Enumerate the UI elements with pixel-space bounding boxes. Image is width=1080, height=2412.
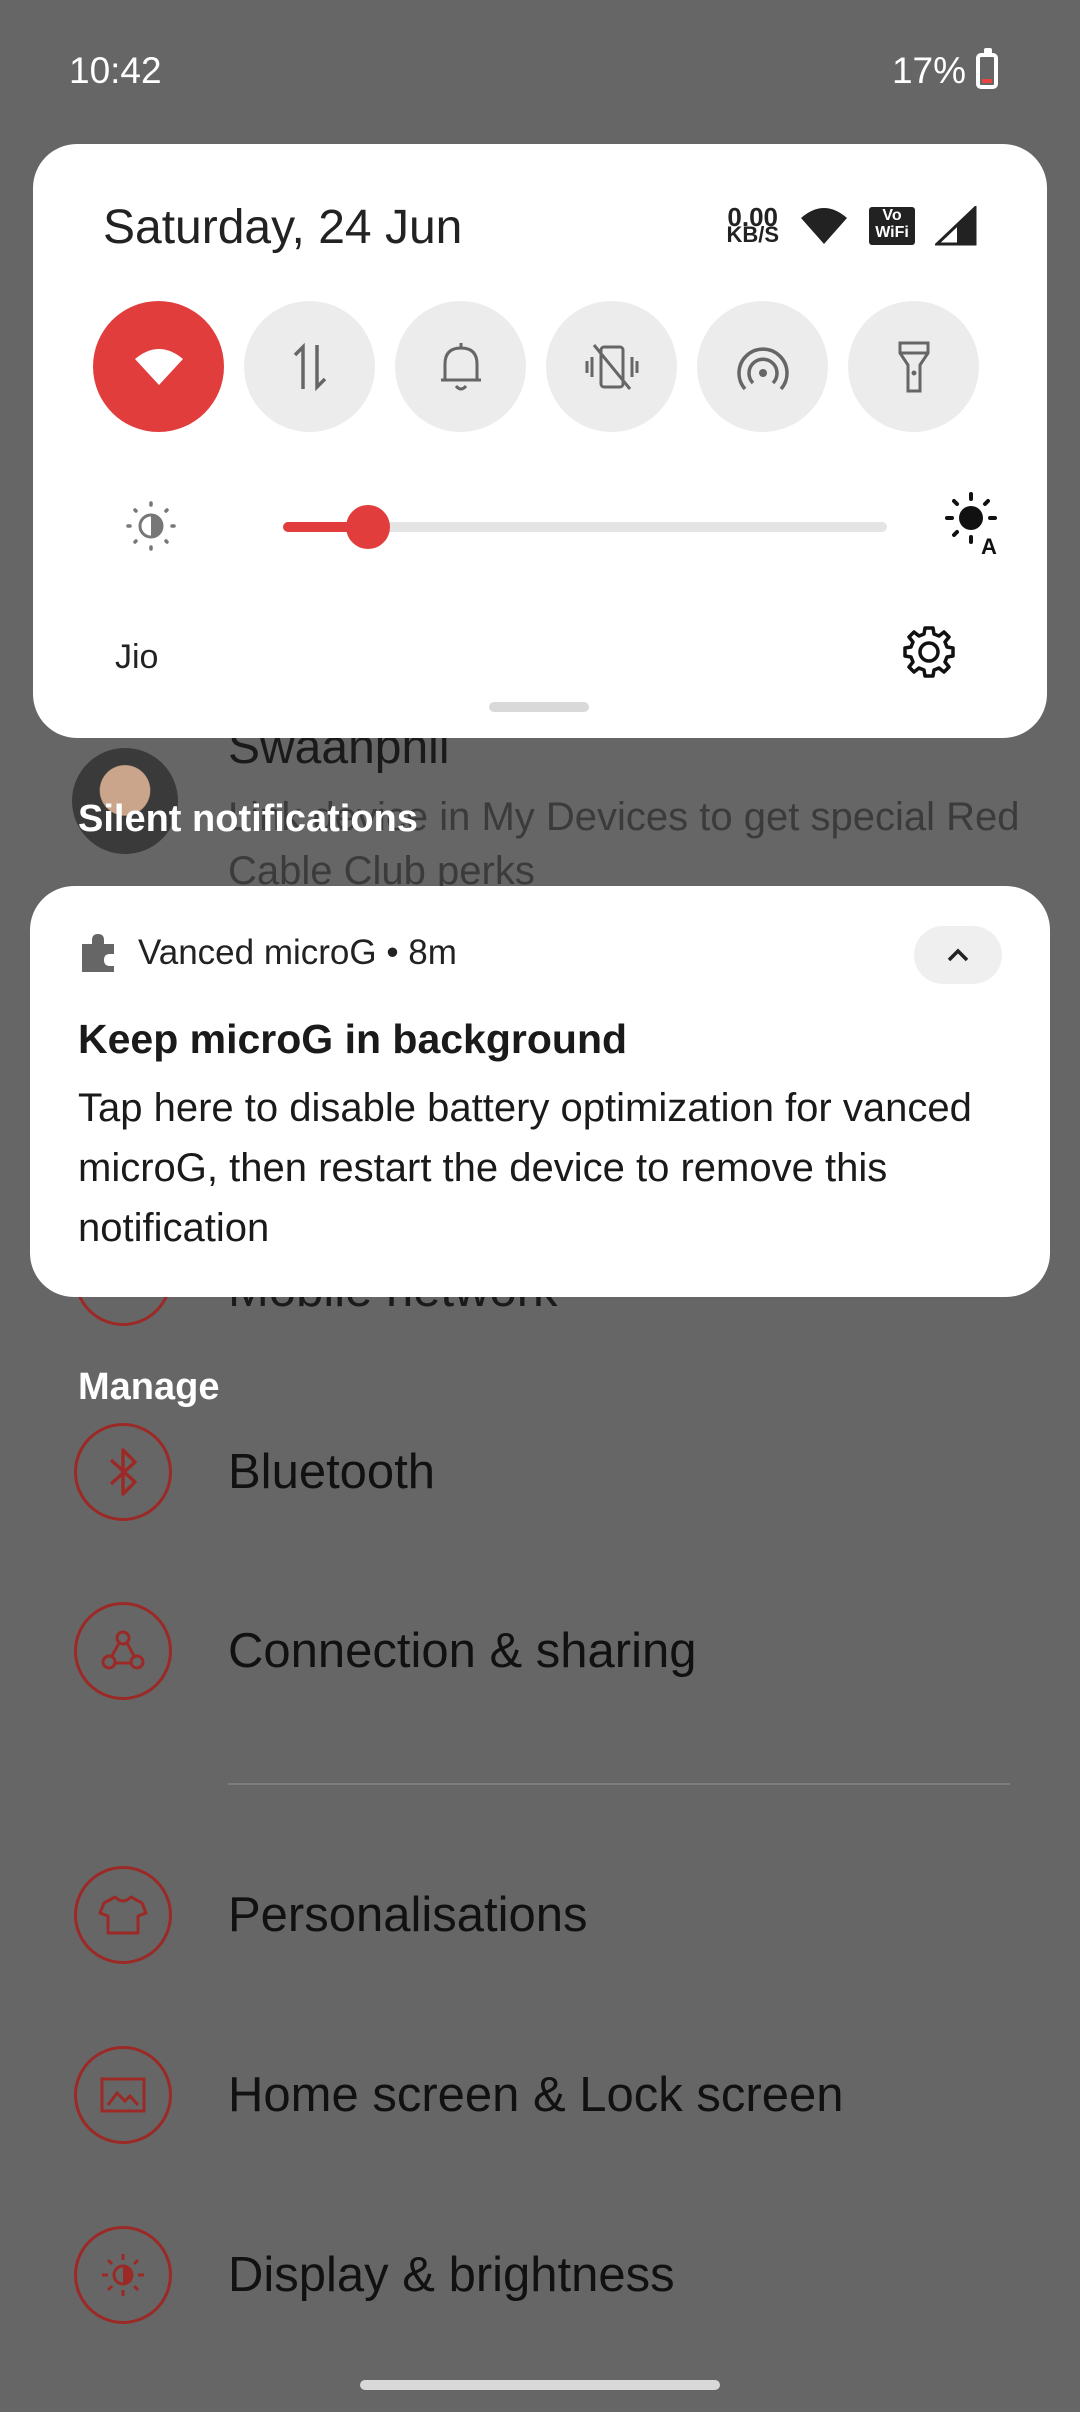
- vowifi-icon: Vo WiFi: [869, 207, 915, 245]
- notification-body: Tap here to disable battery optimization…: [78, 1086, 972, 1250]
- gear-icon[interactable]: [901, 624, 957, 680]
- gesture-bar[interactable]: [360, 2380, 720, 2390]
- notification-title: Keep microG in background: [78, 1016, 628, 1062]
- brightness-low-icon: [126, 501, 176, 551]
- vowifi-bottom: WiFi: [875, 224, 909, 241]
- bell-icon: [440, 342, 481, 390]
- settings-item-label: Personalisations: [228, 1888, 588, 1942]
- notification-card[interactable]: Vanced microG • 8m Keep microG in backgr…: [30, 886, 1050, 1297]
- settings-item-label: Display & brightness: [228, 2248, 675, 2302]
- settings-item-label: Home screen & Lock screen: [228, 2068, 844, 2122]
- notification-app-name: Vanced microG • 8m: [138, 933, 457, 972]
- cell-signal-icon: [935, 206, 977, 246]
- vibrate-off-icon: [585, 343, 638, 390]
- date-label: Saturday, 24 Jun: [103, 201, 463, 254]
- tile-mobile-data[interactable]: [244, 301, 375, 432]
- battery-indicator: 17%: [891, 48, 998, 92]
- status-icons: 0.00 KB/S Vo WiFi: [726, 204, 977, 247]
- network-speed-unit: KB/S: [726, 222, 779, 247]
- settings-item-bluetooth[interactable]: Bluetooth: [74, 1423, 435, 1521]
- settings-item-display-brightness[interactable]: Display & brightness: [74, 2226, 675, 2324]
- battery-percent: 17%: [891, 50, 966, 91]
- tile-sound[interactable]: [395, 301, 526, 432]
- status-bar: 10:42 17%: [0, 0, 1080, 145]
- notification-header: Vanced microG • 8m: [78, 932, 457, 974]
- mobile-data-icon: [293, 342, 326, 391]
- panel-drag-handle[interactable]: [489, 702, 589, 712]
- carrier-label: Jio: [115, 638, 159, 676]
- brightness-icon: [74, 2226, 172, 2324]
- settings-item-label: Connection & sharing: [228, 1624, 697, 1678]
- svg-text:A: A: [981, 534, 997, 556]
- puzzle-icon: [82, 934, 114, 972]
- collapse-button[interactable]: [914, 926, 1002, 984]
- tile-vibrate[interactable]: [546, 301, 677, 432]
- chevron-up-icon: [947, 948, 969, 962]
- brightness-slider[interactable]: [283, 505, 887, 549]
- tile-flashlight[interactable]: [848, 301, 979, 432]
- connection-sharing-icon: [74, 1602, 172, 1700]
- silent-notifications-label: Silent notifications: [78, 798, 418, 840]
- manage-label[interactable]: Manage: [78, 1366, 219, 1409]
- battery-icon: [976, 48, 998, 89]
- vowifi-top: Vo: [882, 207, 902, 224]
- quick-tiles: [93, 301, 979, 432]
- hotspot-icon: [736, 346, 789, 390]
- wifi-icon: [134, 348, 183, 385]
- tile-wifi[interactable]: [93, 301, 224, 432]
- bluetooth-icon: [74, 1423, 172, 1521]
- settings-item-connection-sharing[interactable]: Connection & sharing: [74, 1602, 697, 1700]
- settings-item-label: Bluetooth: [228, 1445, 436, 1499]
- quick-settings-panel: Saturday, 24 Jun 0.00 KB/S Vo WiFi A Jio: [33, 144, 1047, 738]
- settings-item-personalisations[interactable]: Personalisations: [74, 1866, 588, 1964]
- auto-brightness-icon[interactable]: A: [943, 490, 1005, 556]
- divider: [228, 1783, 1010, 1785]
- flashlight-icon: [898, 341, 929, 392]
- status-time: 10:42: [69, 50, 162, 91]
- network-speed: 0.00 KB/S: [726, 204, 779, 247]
- brightness-thumb[interactable]: [346, 505, 390, 549]
- image-icon: [74, 2046, 172, 2144]
- tile-hotspot[interactable]: [697, 301, 828, 432]
- settings-item-home-lock-screen[interactable]: Home screen & Lock screen: [74, 2046, 844, 2144]
- wifi-signal-icon: [801, 208, 847, 244]
- brightness-row: A: [123, 490, 1003, 560]
- tshirt-icon: [74, 1866, 172, 1964]
